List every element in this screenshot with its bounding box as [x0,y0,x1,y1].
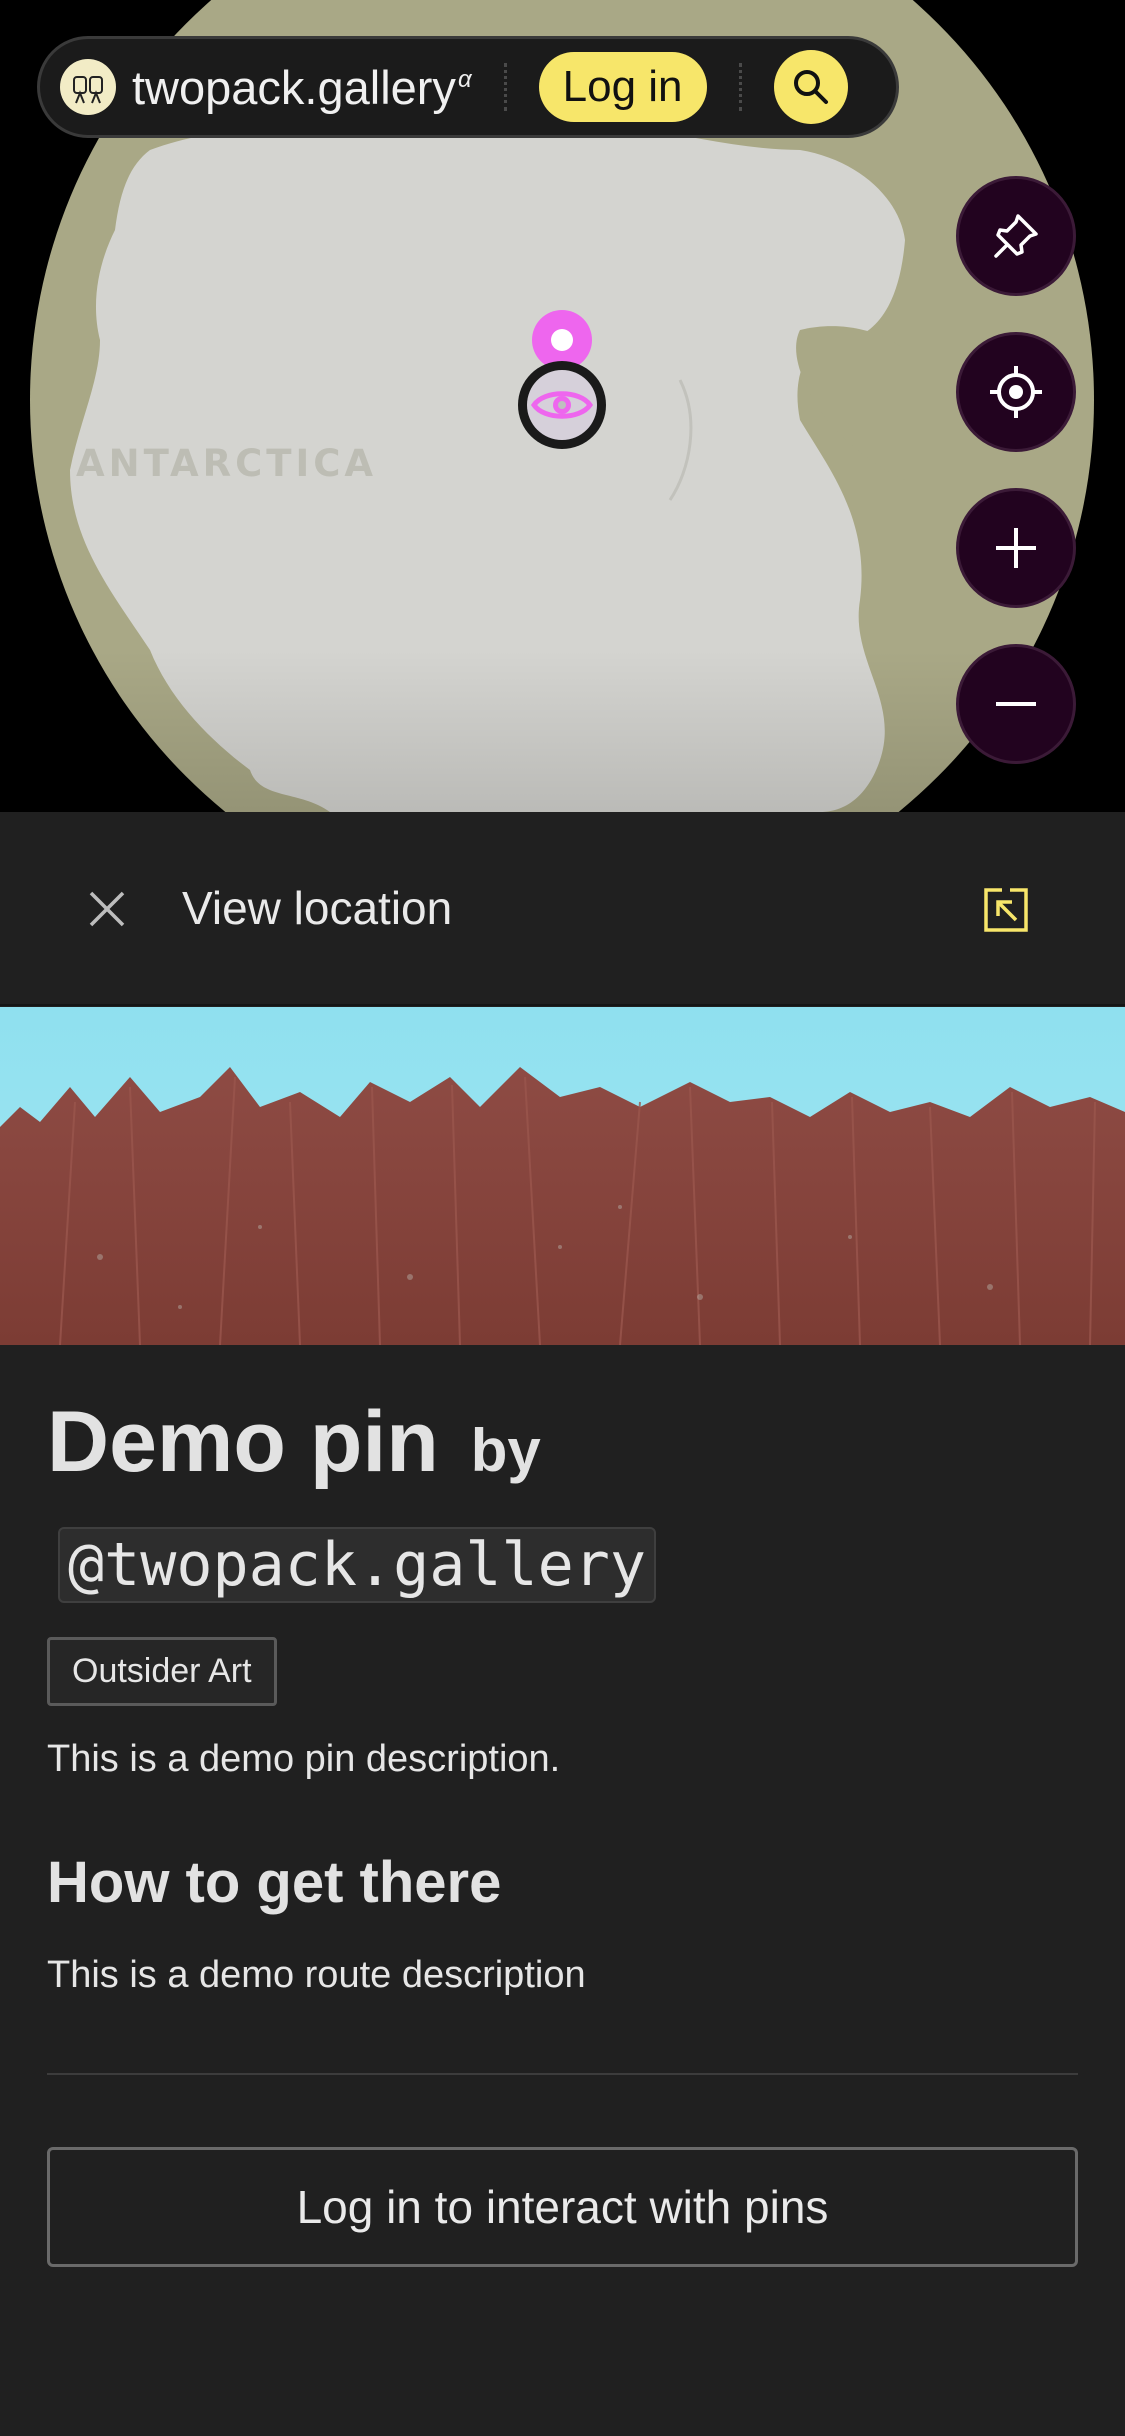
pin-tag[interactable]: Outsider Art [47,1637,277,1706]
minus-icon [996,702,1036,706]
location-panel: View location Demo pin by @twopack.galle… [0,812,1125,2436]
login-to-interact-button[interactable]: Log in to interact with pins [47,2147,1078,2267]
crosshair-icon [990,366,1042,418]
close-icon [89,891,125,927]
pin-title: Demo pin by [47,1394,541,1490]
pin-description: This is a demo pin description. [47,1738,561,1780]
map-region-label: ANTARCTICA [76,442,378,485]
zoom-in-button[interactable] [956,488,1076,608]
locate-me-button[interactable] [956,332,1076,452]
route-description: This is a demo route description [47,1954,586,1996]
login-button[interactable]: Log in [538,52,707,122]
top-bar: twopack.galleryα Log in [37,36,899,138]
brand-logo-icon[interactable] [60,59,116,115]
pin-author-link[interactable]: @twopack.gallery [58,1527,656,1603]
map-view[interactable]: ANTARCTICA twopack.galleryα Log in [0,0,1125,812]
location-photo [0,1007,1125,1345]
search-icon [793,70,828,104]
location-marker[interactable] [512,310,616,460]
divider [503,63,507,111]
pushpin-icon [994,214,1038,258]
plus-icon [996,528,1036,568]
divider [738,63,742,111]
divider [47,2073,1078,2075]
pin-by-label: by [470,1417,541,1484]
expand-button[interactable] [980,884,1032,936]
zoom-out-button[interactable] [956,644,1076,764]
search-button[interactable] [773,50,848,124]
panel-header: View location [0,812,1125,1006]
route-heading: How to get there [47,1850,502,1915]
close-button[interactable] [82,884,132,934]
panel-title: View location [182,882,453,934]
expand-arrow-icon [984,888,1028,932]
brand-name[interactable]: twopack.galleryα [132,60,472,115]
pin-details: Demo pin by @twopack.gallery Outsider Ar… [47,1392,1078,2267]
add-pin-button[interactable] [956,176,1076,296]
